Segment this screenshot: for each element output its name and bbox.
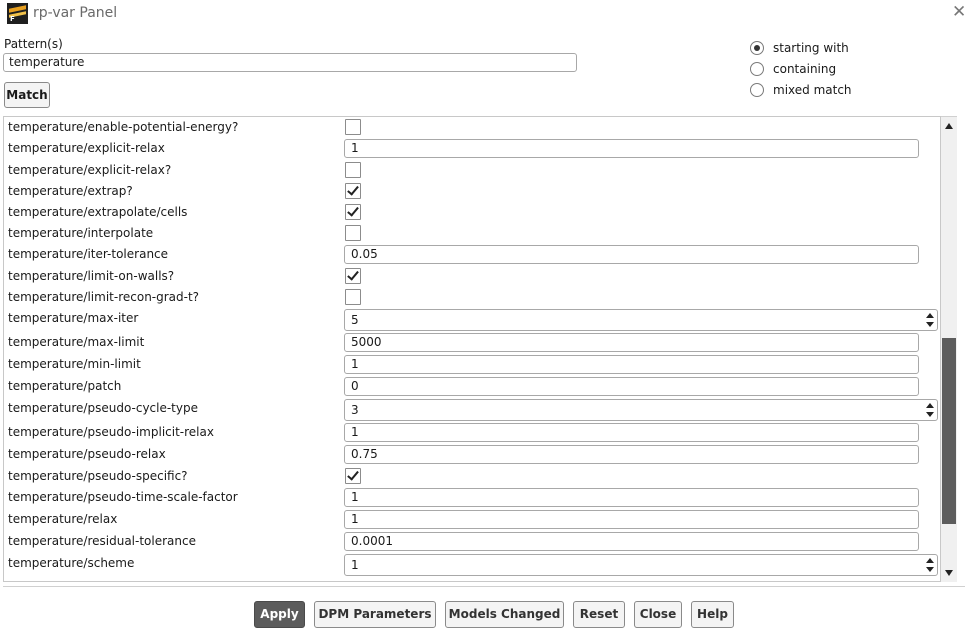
list-row: temperature/residual-tolerance 0.0001 [4, 531, 940, 553]
variable-name: temperature/interpolate [8, 226, 154, 240]
apply-button[interactable]: Apply [254, 601, 305, 628]
variable-name: temperature/min-limit [8, 357, 141, 371]
window-title: rp-var Panel [33, 5, 118, 21]
title-bar: F rp-var Panel ✕ [0, 0, 970, 26]
list-row: temperature/explicit-relax 1 [4, 138, 940, 160]
variable-name: temperature/enable-potential-energy? [8, 120, 239, 134]
list-row: temperature/limit-recon-grad-t? [4, 287, 940, 308]
variable-value-input[interactable]: 0.05 [344, 245, 919, 264]
list-row: temperature/pseudo-implicit-relax 1 [4, 422, 940, 444]
variable-name: temperature/pseudo-cycle-type [8, 401, 198, 415]
variable-name: temperature/iter-tolerance [8, 247, 169, 261]
list-row: temperature/min-limit 1 [4, 354, 940, 376]
models-changed-button[interactable]: Models Changed [445, 601, 564, 628]
list-row: temperature/patch 0 [4, 376, 940, 398]
variable-name: temperature/residual-tolerance [8, 534, 196, 548]
scrollbar-thumb[interactable] [942, 338, 956, 524]
close-button[interactable]: Close [634, 601, 682, 628]
scroll-down-arrow-icon[interactable] [941, 565, 957, 581]
spin-value: 5 [351, 313, 359, 327]
variable-name: temperature/limit-recon-grad-t? [8, 290, 200, 304]
pattern-label: Pattern(s) [4, 37, 63, 51]
spinner-arrows-icon[interactable] [924, 556, 936, 574]
variable-checkbox[interactable] [345, 119, 361, 135]
list-row: temperature/max-iter 5 [4, 308, 940, 332]
variable-checkbox[interactable] [345, 204, 361, 220]
list-row: temperature/explicit-relax? [4, 160, 940, 181]
list-row: temperature/extrap? [4, 181, 940, 202]
variable-checkbox[interactable] [345, 468, 361, 484]
variable-name: temperature/pseudo-specific? [8, 469, 188, 483]
match-button[interactable]: Match [4, 82, 50, 108]
radio-indicator[interactable] [750, 83, 764, 97]
radio-mixed-match[interactable]: mixed match [750, 81, 852, 99]
variable-name: temperature/max-limit [8, 335, 145, 349]
variable-name: temperature/limit-on-walls? [8, 269, 175, 283]
variable-value-input[interactable]: 1 [344, 488, 919, 507]
spinner-arrows-icon[interactable] [924, 401, 936, 419]
variable-spin-input[interactable]: 1 [344, 554, 938, 576]
radio-indicator[interactable] [750, 62, 764, 76]
variable-name: temperature/patch [8, 379, 122, 393]
variable-checkbox[interactable] [345, 225, 361, 241]
dpm-parameters-button[interactable]: DPM Parameters [314, 601, 436, 628]
variable-value-input[interactable]: 0 [344, 377, 919, 396]
radio-label: mixed match [773, 83, 852, 97]
variable-checkbox[interactable] [345, 183, 361, 199]
list-row: temperature/max-limit 5000 [4, 332, 940, 354]
close-icon[interactable]: ✕ [952, 2, 970, 22]
list-row: temperature/interpolate [4, 223, 940, 244]
divider [3, 586, 965, 587]
radio-starting-with[interactable]: starting with [750, 39, 849, 57]
spin-value: 1 [351, 558, 359, 572]
variable-value-input[interactable]: 5000 [344, 333, 919, 352]
variable-spin-input[interactable]: 3 [344, 399, 938, 421]
variable-name: temperature/explicit-relax? [8, 163, 172, 177]
list-scrollbar[interactable] [941, 116, 957, 582]
radio-indicator[interactable] [750, 41, 764, 55]
reset-button[interactable]: Reset [573, 601, 625, 628]
radio-containing[interactable]: containing [750, 60, 836, 78]
list-row: temperature/relax 1 [4, 509, 940, 531]
variable-name: temperature/scheme [8, 556, 135, 570]
help-button[interactable]: Help [691, 601, 734, 628]
variable-name: temperature/relax [8, 512, 118, 526]
variable-value-input[interactable]: 1 [344, 355, 919, 374]
variable-spin-input[interactable]: 5 [344, 309, 938, 331]
spinner-arrows-icon[interactable] [924, 311, 936, 329]
variable-value-input[interactable]: 0.0001 [344, 532, 919, 551]
variable-value-input[interactable]: 0.75 [344, 445, 919, 464]
list-row: temperature/pseudo-cycle-type 3 [4, 398, 940, 422]
list-row: temperature/pseudo-specific? [4, 466, 940, 487]
list-row: temperature/iter-tolerance 0.05 [4, 244, 940, 266]
fluent-app-icon: F [7, 3, 28, 24]
variable-name: temperature/pseudo-relax [8, 447, 166, 461]
list-row: temperature/scheme 1 [4, 553, 940, 577]
variable-name: temperature/max-iter [8, 311, 139, 325]
radio-label: containing [773, 62, 837, 76]
variable-checkbox[interactable] [345, 162, 361, 178]
variable-name: temperature/pseudo-time-scale-factor [8, 490, 238, 504]
scroll-up-arrow-icon[interactable] [941, 118, 957, 134]
variable-checkbox[interactable] [345, 268, 361, 284]
variable-name: temperature/extrap? [8, 184, 133, 198]
list-row: temperature/pseudo-time-scale-factor 1 [4, 487, 940, 509]
variable-name: temperature/pseudo-implicit-relax [8, 425, 214, 439]
list-row: temperature/enable-potential-energy? [4, 117, 940, 138]
pattern-input[interactable]: temperature [3, 53, 577, 72]
variable-value-input[interactable]: 1 [344, 510, 919, 529]
radio-label: starting with [773, 41, 849, 55]
spin-value: 3 [351, 403, 359, 417]
variable-name: temperature/explicit-relax [8, 141, 165, 155]
variable-list: temperature/enable-potential-energy? temp… [3, 116, 941, 582]
list-row: temperature/extrapolate/cells [4, 202, 940, 223]
variable-value-input[interactable]: 1 [344, 139, 919, 158]
list-row: temperature/limit-on-walls? [4, 266, 940, 287]
variable-value-input[interactable]: 1 [344, 423, 919, 442]
variable-checkbox[interactable] [345, 289, 361, 305]
variable-name: temperature/extrapolate/cells [8, 205, 188, 219]
list-row: temperature/pseudo-relax 0.75 [4, 444, 940, 466]
